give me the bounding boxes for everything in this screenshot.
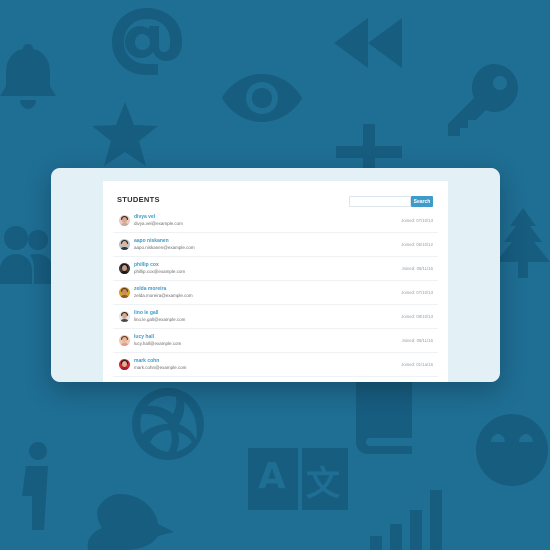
- list-item[interactable]: aapo niskanen aapo.niskanen@example.com …: [113, 233, 438, 257]
- plus-icon: [336, 124, 402, 174]
- list-item[interactable]: zelda moreira zelda.moreira@example.com …: [113, 281, 438, 305]
- joined-date: Joined: 06/10/12: [401, 242, 433, 247]
- at-sign-icon: [112, 8, 182, 75]
- crying-face-icon: [476, 414, 548, 486]
- list-item[interactable]: divya vel divya.vel@example.com Joined: …: [113, 209, 438, 233]
- student-email: lucy.hall@example.com: [134, 341, 182, 346]
- panel-title: STUDENTS: [117, 195, 160, 204]
- avatar: [119, 311, 130, 322]
- student-name[interactable]: divya vel: [134, 214, 155, 220]
- joined-date: Joined: 08/11/16: [401, 338, 433, 343]
- student-name[interactable]: mark cohn: [134, 358, 159, 364]
- volleyball-icon: [132, 388, 204, 460]
- search-button[interactable]: Search: [411, 196, 433, 207]
- list-item[interactable]: phillip cox phillip.cox@example.com Join…: [113, 257, 438, 281]
- avatar: [119, 359, 130, 370]
- student-email: zelda.moreira@example.com: [134, 293, 193, 298]
- book-icon: [356, 374, 412, 454]
- key-icon: [448, 64, 518, 136]
- student-name[interactable]: aapo niskanen: [134, 238, 169, 244]
- joined-date: Joined: 01/1a/16: [401, 362, 433, 367]
- joined-date: Joined: 08/10/13: [401, 314, 433, 319]
- student-email: mark.cohn@example.com: [134, 365, 187, 370]
- students-card: STUDENTS Search divya vel divya.vel@exam…: [51, 168, 500, 382]
- signal-bars-icon: [370, 490, 442, 550]
- avatar: [119, 263, 130, 274]
- joined-date: Joined: 07/10/13: [401, 218, 433, 223]
- student-email: aapo.niskanen@example.com: [134, 245, 195, 250]
- avatar: [119, 287, 130, 298]
- person-icon: [22, 442, 48, 530]
- eye-icon: [222, 74, 302, 122]
- student-list: divya vel divya.vel@example.com Joined: …: [113, 209, 438, 382]
- rewind-icon: [334, 18, 402, 68]
- translate-letter-glyph: 文: [306, 464, 340, 504]
- search-input[interactable]: [349, 196, 411, 207]
- bird-icon: [87, 494, 174, 550]
- star-icon: [92, 102, 158, 166]
- joined-date: Joined: 08/11/16: [401, 266, 433, 271]
- student-name[interactable]: lino le gall: [134, 310, 158, 316]
- list-item[interactable]: lucy hall lucy.hall@example.com Joined: …: [113, 329, 438, 353]
- list-item[interactable]: lino le gall lino.le.gall@example.com Jo…: [113, 305, 438, 329]
- student-email: divya.vel@example.com: [134, 221, 183, 226]
- student-name[interactable]: zelda moreira: [134, 286, 166, 292]
- users-icon: [0, 226, 52, 284]
- joined-date: Joined: 07/10/13: [401, 290, 433, 295]
- bell-icon: [0, 44, 56, 109]
- student-name[interactable]: phillip cox: [134, 262, 159, 268]
- student-name[interactable]: lucy hall: [134, 334, 154, 340]
- avatar: [119, 239, 130, 250]
- students-panel: STUDENTS Search divya vel divya.vel@exam…: [103, 181, 448, 382]
- student-email: phillip.cox@example.com: [134, 269, 186, 274]
- tree-icon: [496, 208, 550, 278]
- student-email: lino.le.gall@example.com: [134, 317, 186, 322]
- list-item[interactable]: [113, 377, 438, 382]
- avatar: [119, 335, 130, 346]
- avatar: [119, 215, 130, 226]
- list-item[interactable]: mark cohn mark.cohn@example.com Joined: …: [113, 353, 438, 377]
- translate-letter-a: A: [258, 456, 286, 497]
